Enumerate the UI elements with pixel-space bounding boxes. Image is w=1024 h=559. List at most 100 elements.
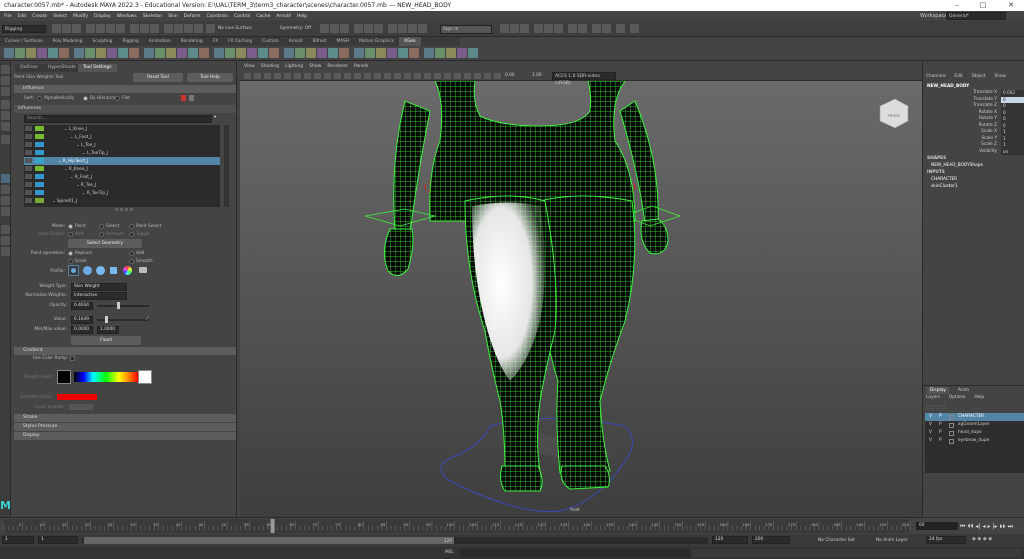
paint-op-smooth-radio[interactable] — [129, 259, 134, 264]
layer-visibility-toggle[interactable]: V — [929, 437, 932, 445]
menu-display[interactable]: Display — [94, 14, 111, 19]
viewport-tool-icon-26[interactable] — [494, 73, 501, 79]
shelf-tool-icon-12[interactable] — [129, 48, 139, 58]
channel-name[interactable]: Translate X — [923, 90, 997, 95]
viewport-tool-icon-5[interactable] — [284, 73, 291, 79]
channel-name[interactable]: Visibility — [923, 149, 997, 154]
layer-name[interactable]: CHARACTER — [958, 413, 984, 421]
status-tool-icon-4[interactable] — [86, 24, 95, 33]
shelf-tool-icon-16[interactable] — [177, 48, 187, 58]
flood-button[interactable]: Flood — [71, 336, 141, 345]
paint-select-add-radio[interactable] — [68, 232, 73, 237]
layer-playback-toggle[interactable]: P — [939, 429, 942, 437]
channel-name[interactable]: Rotate Z — [923, 123, 997, 128]
lasso-tool-icon[interactable] — [1, 76, 10, 85]
shelf-tool-icon-24[interactable] — [269, 48, 279, 58]
shelf-tool-icon-18[interactable] — [199, 48, 209, 58]
render-tool-icon-8[interactable] — [398, 24, 407, 33]
shelf-tool-icon-11[interactable] — [118, 48, 128, 58]
viewport-tool-icon-20[interactable] — [434, 73, 441, 79]
shelf-tool-icon-22[interactable] — [247, 48, 257, 58]
current-frame-marker[interactable] — [270, 519, 275, 533]
render-tool-icon-7[interactable] — [388, 24, 397, 33]
status-tool-icon-2[interactable] — [62, 24, 71, 33]
rotate-tool-icon[interactable] — [1, 111, 10, 120]
layer-name[interactable]: xgGroomLayer — [958, 421, 990, 429]
shelf-tool-icon-23[interactable] — [258, 48, 268, 58]
lock-icon[interactable] — [25, 134, 32, 139]
folder-icon[interactable] — [139, 267, 147, 273]
viewport-tool-icon-24[interactable] — [474, 73, 481, 79]
shelf-tool-icon-19[interactable] — [214, 48, 224, 58]
weight-color-black-swatch[interactable] — [57, 370, 71, 384]
shelf-tool-icon-7[interactable] — [74, 48, 84, 58]
symmetry-label[interactable]: Symmetry: Off — [280, 26, 311, 31]
lock-icon[interactable] — [25, 174, 32, 179]
range-start-field[interactable]: 1 — [2, 536, 34, 544]
viewport-tool-icon-2[interactable] — [254, 73, 261, 79]
left-hand-mesh[interactable] — [384, 228, 414, 276]
shelf-tool-icon-26[interactable] — [295, 48, 305, 58]
render-tool-icon-13[interactable] — [520, 24, 529, 33]
go-to-end-icon[interactable]: ⏭ — [1008, 523, 1013, 530]
viewport-tool-icon-4[interactable] — [274, 73, 281, 79]
shelf-tab-mash[interactable]: MASH — [331, 37, 354, 46]
shelf-tab-custom[interactable]: Custom — [257, 37, 283, 46]
influence-search-input[interactable]: Search... — [24, 115, 212, 123]
viewport-tool-icon-9[interactable] — [324, 73, 331, 79]
shelf-tool-icon-27[interactable] — [306, 48, 316, 58]
left-foot-mesh[interactable] — [560, 465, 610, 490]
search-dropdown-icon[interactable]: ▾ — [214, 115, 216, 120]
status-tool-icon-8[interactable] — [130, 24, 139, 33]
input-character[interactable]: CHARACTER — [931, 177, 957, 182]
lock-icon[interactable] — [25, 126, 32, 131]
render-tool-icon-21[interactable] — [616, 24, 625, 33]
shelf-tab-bifrost[interactable]: Bifrost — [308, 37, 332, 46]
eyedropper-icon[interactable]: ⁄ — [147, 315, 153, 323]
lock-icon[interactable] — [25, 158, 32, 163]
tab-hypershade[interactable]: HyperShade — [43, 64, 81, 72]
layer-playback-toggle[interactable]: P — [939, 421, 942, 429]
render-tool-icon-16[interactable] — [554, 24, 563, 33]
opacity-slider-handle[interactable] — [117, 302, 121, 309]
channel-box-object[interactable]: NEW_HEAD_BODY — [927, 84, 969, 89]
influence-icon-a[interactable] — [181, 95, 186, 101]
influence-row[interactable]: ⌄ R_Toe_J — [24, 181, 220, 189]
viewport-tool-icon-7[interactable] — [304, 73, 311, 79]
layer-color-swatch[interactable] — [949, 414, 954, 420]
shelf-tool-icon-3[interactable] — [26, 48, 36, 58]
layer-visibility-toggle[interactable]: V — [929, 413, 932, 421]
viewport-menu-panels[interactable]: Panels — [354, 64, 368, 69]
viewport-tool-icon-15[interactable] — [384, 73, 391, 79]
render-tool-icon-20[interactable] — [602, 24, 611, 33]
status-tool-icon-3[interactable] — [72, 24, 81, 33]
shelf-tool-icon-40[interactable] — [457, 48, 467, 58]
colorspace-dropdown[interactable]: ACES 1.0 SDR-video (sRGB) — [552, 72, 616, 86]
menu-create[interactable]: Create — [32, 14, 47, 19]
sort-flat-radio[interactable] — [115, 96, 120, 101]
channel-name[interactable]: Rotate Y — [923, 116, 997, 121]
custom-layout-icon[interactable] — [1, 247, 10, 256]
render-tool-icon-11[interactable] — [500, 24, 509, 33]
shelf-tool-icon-9[interactable] — [96, 48, 106, 58]
lock-icon[interactable] — [25, 182, 32, 187]
range-bar[interactable] — [84, 537, 454, 544]
influence-color-swatch[interactable] — [35, 190, 44, 195]
viewport-tool-icon-13[interactable] — [364, 73, 371, 79]
layer-name[interactable]: eyebrow_dupe — [958, 437, 989, 445]
layer-row[interactable]: V PxgGroomLayer — [925, 421, 1024, 429]
shelf-tool-icon-39[interactable] — [446, 48, 456, 58]
shelf-tool-icon-15[interactable] — [166, 48, 176, 58]
last-tool-icon[interactable] — [1, 135, 10, 144]
menu-cache[interactable]: Cache — [256, 14, 270, 19]
lock-icon[interactable] — [25, 150, 32, 155]
play-forwards-icon[interactable]: ▸ — [987, 523, 990, 530]
shelf-tool-icon-20[interactable] — [225, 48, 235, 58]
influence-row[interactable]: ⌄ R_ToeTip_J — [24, 189, 220, 197]
tab-tool-settings[interactable]: Tool Settings — [78, 64, 117, 72]
shelf-tool-icon-21[interactable] — [236, 48, 246, 58]
status-tool-icon-7[interactable] — [116, 24, 125, 33]
live-surface-label[interactable]: No Live Surface — [218, 26, 252, 31]
influence-row[interactable]: ⌄ Spine01_J — [24, 197, 220, 205]
render-tool-icon-5[interactable] — [364, 24, 373, 33]
